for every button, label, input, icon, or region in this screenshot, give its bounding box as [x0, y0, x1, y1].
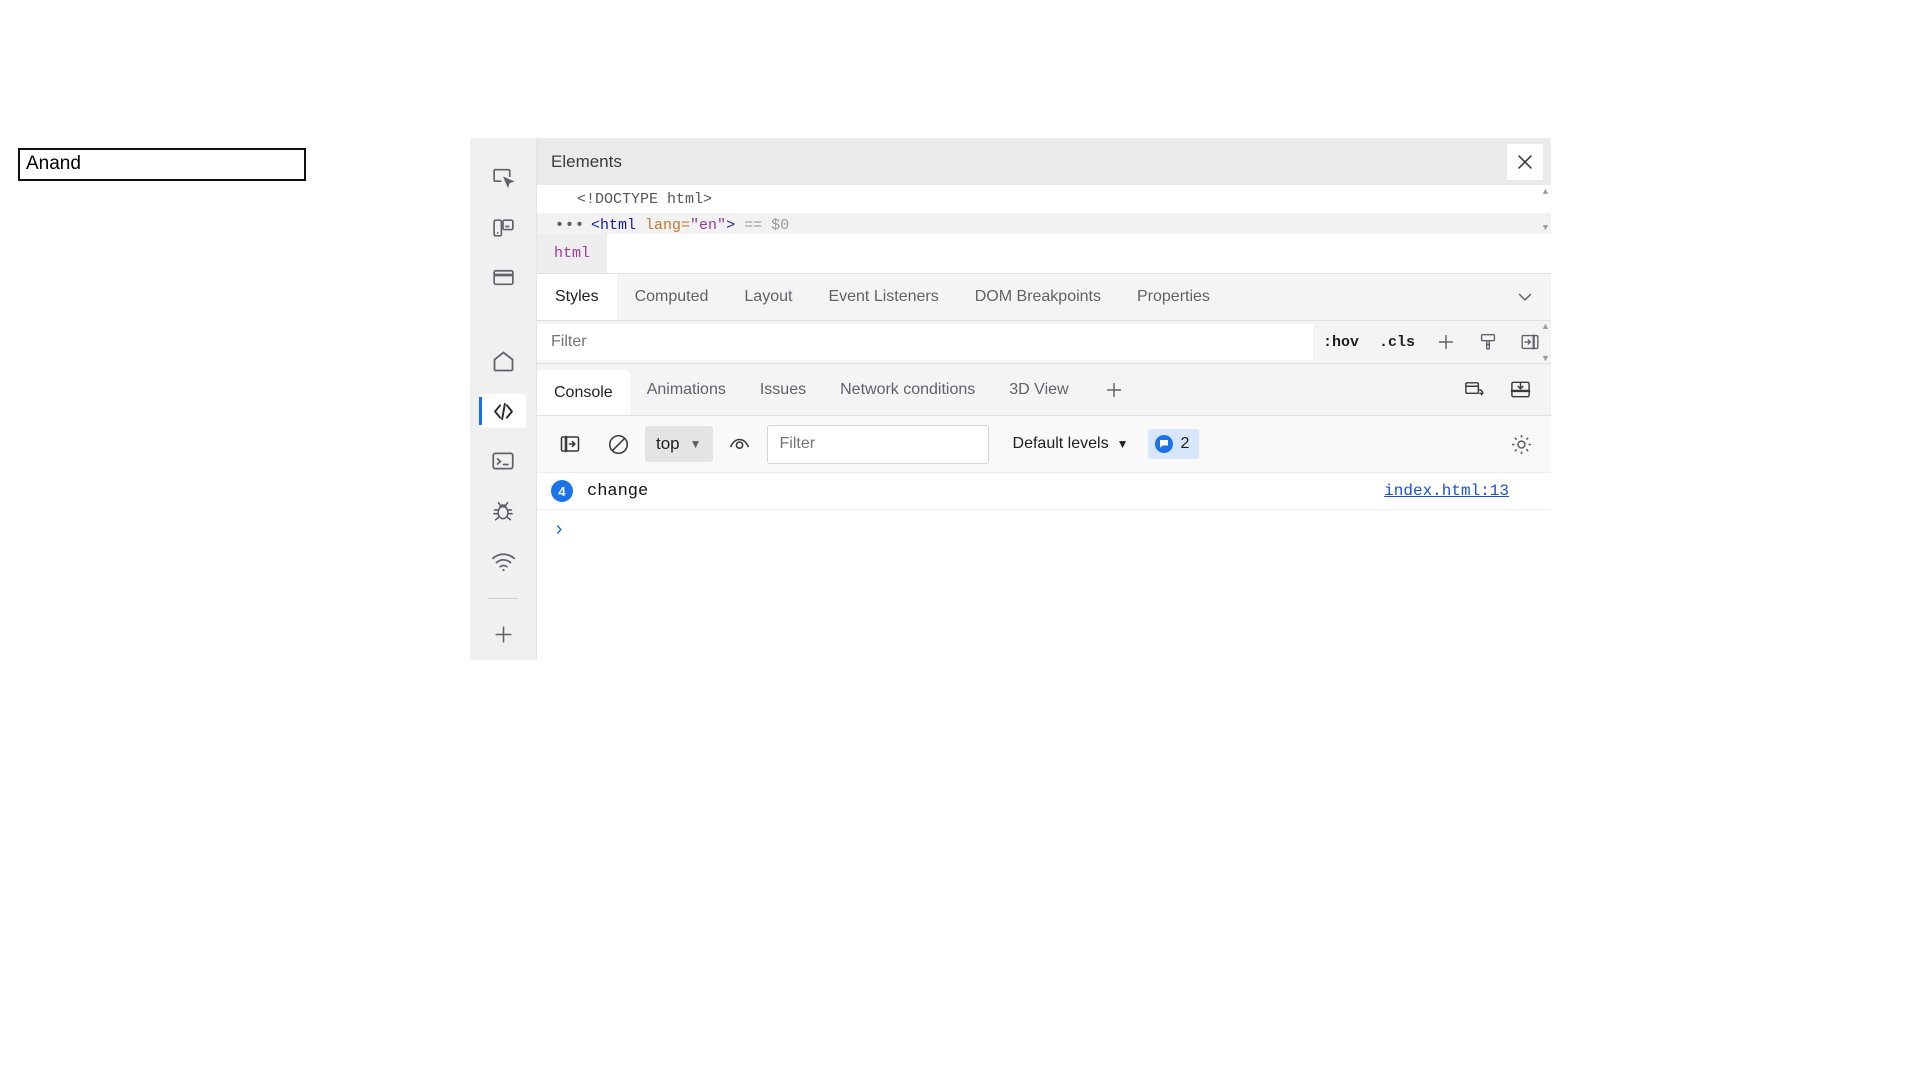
- dock-bottom-icon[interactable]: [1499, 378, 1541, 401]
- dom-tree[interactable]: <!DOCTYPE html> ••• <html lang="en"> == $…: [537, 185, 1551, 234]
- console-message-text: change: [587, 481, 649, 501]
- tab-computed[interactable]: Computed: [617, 274, 727, 320]
- elements-code-icon[interactable]: [479, 394, 526, 428]
- message-repeat-count: 4: [551, 480, 573, 502]
- gear-icon[interactable]: [1508, 431, 1539, 458]
- console-filter-input[interactable]: [766, 424, 989, 464]
- hov-toggle[interactable]: :hov: [1313, 321, 1369, 363]
- console-info-count: 2: [1180, 435, 1190, 452]
- console-tabbar-actions: [1453, 364, 1551, 415]
- console-message-source-link[interactable]: index.html:13: [1384, 482, 1509, 500]
- tab-dom-breakpoints[interactable]: DOM Breakpoints: [957, 274, 1119, 320]
- selected-node-ref: == $0: [735, 217, 790, 234]
- console-message-row[interactable]: 4 change index.html:13: [537, 473, 1551, 510]
- window-icon[interactable]: [480, 260, 526, 294]
- elements-panel-header: Elements: [537, 138, 1551, 185]
- breadcrumb-item-html[interactable]: html: [537, 234, 608, 273]
- tab-properties[interactable]: Properties: [1119, 274, 1228, 320]
- styles-filter-row: :hov .cls: [537, 321, 1551, 364]
- tab-network-conditions[interactable]: Network conditions: [823, 370, 992, 409]
- network-wifi-icon[interactable]: [480, 544, 526, 578]
- scroll-up-arrow-icon[interactable]: ▲: [1541, 321, 1550, 331]
- html-tag-close: >: [726, 217, 736, 234]
- paintbrush-icon[interactable]: [1467, 321, 1509, 363]
- console-prompt[interactable]: ›: [537, 510, 1551, 550]
- devtools-activity-bar: [470, 138, 537, 660]
- log-levels-select[interactable]: Default levels ▼: [1013, 435, 1129, 453]
- html-tag-open: <html: [591, 217, 637, 234]
- message-icon: [1155, 435, 1174, 453]
- html-attr-value: "en": [690, 217, 727, 234]
- doctype-text: <!DOCTYPE html>: [577, 191, 713, 208]
- dom-tree-scrollbar[interactable]: ▲ ▼: [1541, 187, 1550, 233]
- web-page-content: [0, 0, 470, 1080]
- device-toolbar-icon[interactable]: [480, 210, 526, 244]
- tab-animations[interactable]: Animations: [630, 370, 743, 409]
- styles-scrollbar[interactable]: ▲ ▼: [1541, 321, 1550, 363]
- styles-filter-input[interactable]: [537, 324, 1313, 360]
- dom-row-html[interactable]: ••• <html lang="en"> == $0: [537, 213, 1551, 234]
- debugger-bug-icon[interactable]: [480, 494, 526, 528]
- scroll-down-arrow-icon[interactable]: ▼: [1541, 353, 1550, 363]
- expand-ellipsis-icon[interactable]: •••: [555, 213, 585, 234]
- console-prompt-caret-icon: ›: [553, 518, 566, 542]
- tab-event-listeners[interactable]: Event Listeners: [810, 274, 956, 320]
- execution-context-value: top: [656, 434, 680, 453]
- add-tool-icon[interactable]: [480, 617, 526, 651]
- close-icon[interactable]: [1507, 143, 1543, 180]
- plus-icon[interactable]: [1425, 321, 1467, 363]
- dom-row-doctype[interactable]: <!DOCTYPE html>: [537, 187, 1551, 213]
- activity-bar-divider: [488, 598, 518, 599]
- scroll-up-arrow-icon[interactable]: ▲: [1543, 187, 1548, 197]
- execution-context-select[interactable]: top ▼: [645, 426, 713, 462]
- device-dock-icon[interactable]: [1453, 378, 1495, 401]
- console-tab-bar: Console Animations Issues Network condit…: [537, 364, 1551, 416]
- clear-console-icon[interactable]: [597, 432, 639, 457]
- console-toolbar: top ▼ Default levels ▼ 2: [537, 416, 1551, 473]
- console-terminal-icon[interactable]: [480, 444, 526, 478]
- elements-panel-title: Elements: [551, 151, 622, 171]
- chevron-down-icon: ▼: [1116, 437, 1129, 451]
- tab-issues[interactable]: Issues: [743, 370, 823, 409]
- console-info-badge[interactable]: 2: [1148, 429, 1200, 459]
- devtools-window: Elements <!DOCTYPE html> ••• <html lang="…: [470, 138, 1551, 660]
- scroll-down-arrow-icon[interactable]: ▼: [1543, 223, 1548, 233]
- chevron-down-icon: ▼: [689, 437, 702, 451]
- log-levels-label: Default levels: [1012, 435, 1109, 452]
- tab-3d-view[interactable]: 3D View: [992, 370, 1085, 409]
- add-tab-icon[interactable]: [1086, 370, 1142, 409]
- tab-console[interactable]: Console: [537, 370, 630, 415]
- breadcrumb[interactable]: html: [537, 234, 1551, 274]
- cls-toggle[interactable]: .cls: [1369, 321, 1425, 363]
- home-icon[interactable]: [480, 344, 526, 378]
- styles-tab-bar: Styles Computed Layout Event Listeners D…: [537, 274, 1551, 321]
- show-console-sidebar-icon[interactable]: [549, 432, 591, 456]
- devtools-main: Elements <!DOCTYPE html> ••• <html lang="…: [537, 138, 1551, 660]
- chevron-down-icon[interactable]: [1499, 274, 1551, 320]
- name-input[interactable]: [18, 148, 306, 181]
- tab-layout[interactable]: Layout: [726, 274, 810, 320]
- inspect-element-icon[interactable]: [480, 160, 526, 194]
- html-attr-name: lang=: [636, 217, 691, 234]
- tab-styles[interactable]: Styles: [537, 274, 617, 320]
- eye-icon[interactable]: [719, 432, 761, 457]
- console-message-list[interactable]: 4 change index.html:13 ›: [537, 473, 1551, 660]
